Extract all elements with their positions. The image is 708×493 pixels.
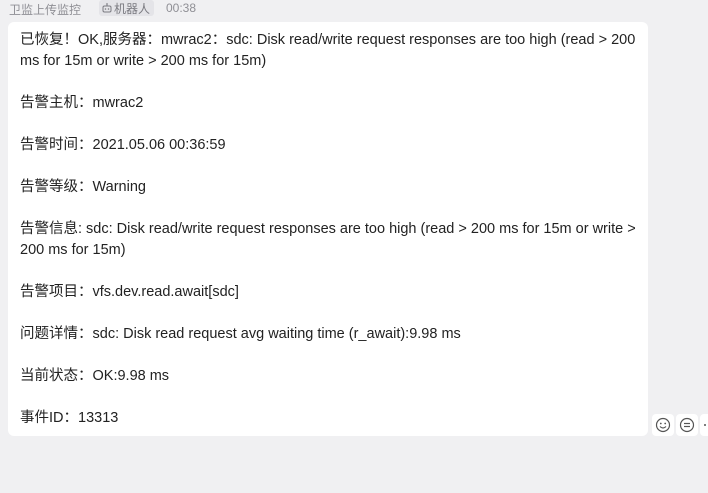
message-line-host: 告警主机：mwrac2 bbox=[20, 95, 144, 111]
message-line-detail: 问题详情：sdc: Disk read request avg waiting … bbox=[20, 326, 461, 342]
bot-badge: 机器人 bbox=[99, 0, 155, 16]
message-line-event-id: 事件ID：13313 bbox=[20, 410, 119, 426]
emoji-icon bbox=[655, 417, 671, 433]
message-actions bbox=[652, 413, 708, 437]
message-line-time: 告警时间：2021.05.06 00:36:59 bbox=[20, 137, 226, 153]
message-line-recovered: 已恢复！OK,服务器：mwrac2：sdc: Disk read/write r… bbox=[20, 32, 636, 69]
message-line-level: 告警等级：Warning bbox=[20, 179, 146, 195]
bot-badge-label: 机器人 bbox=[114, 1, 151, 16]
reply-icon bbox=[679, 417, 695, 433]
sender-name[interactable]: 卫监上传监控 bbox=[9, 1, 81, 18]
message-line-info: 告警信息: sdc: Disk read/write request respo… bbox=[20, 221, 636, 258]
message-time: 00:38 bbox=[166, 1, 197, 15]
message-line-item: 告警项目：vfs.dev.read.await[sdc] bbox=[20, 284, 239, 300]
more-button[interactable] bbox=[700, 414, 708, 436]
robot-icon bbox=[102, 3, 112, 13]
reply-button[interactable] bbox=[676, 414, 698, 436]
emoji-reaction-button[interactable] bbox=[652, 414, 674, 436]
message-line-status: 当前状态：OK:9.98 ms bbox=[20, 368, 170, 384]
message-bubble[interactable]: 已恢复！OK,服务器：mwrac2：sdc: Disk read/write r… bbox=[8, 22, 648, 436]
more-icon bbox=[704, 424, 706, 426]
